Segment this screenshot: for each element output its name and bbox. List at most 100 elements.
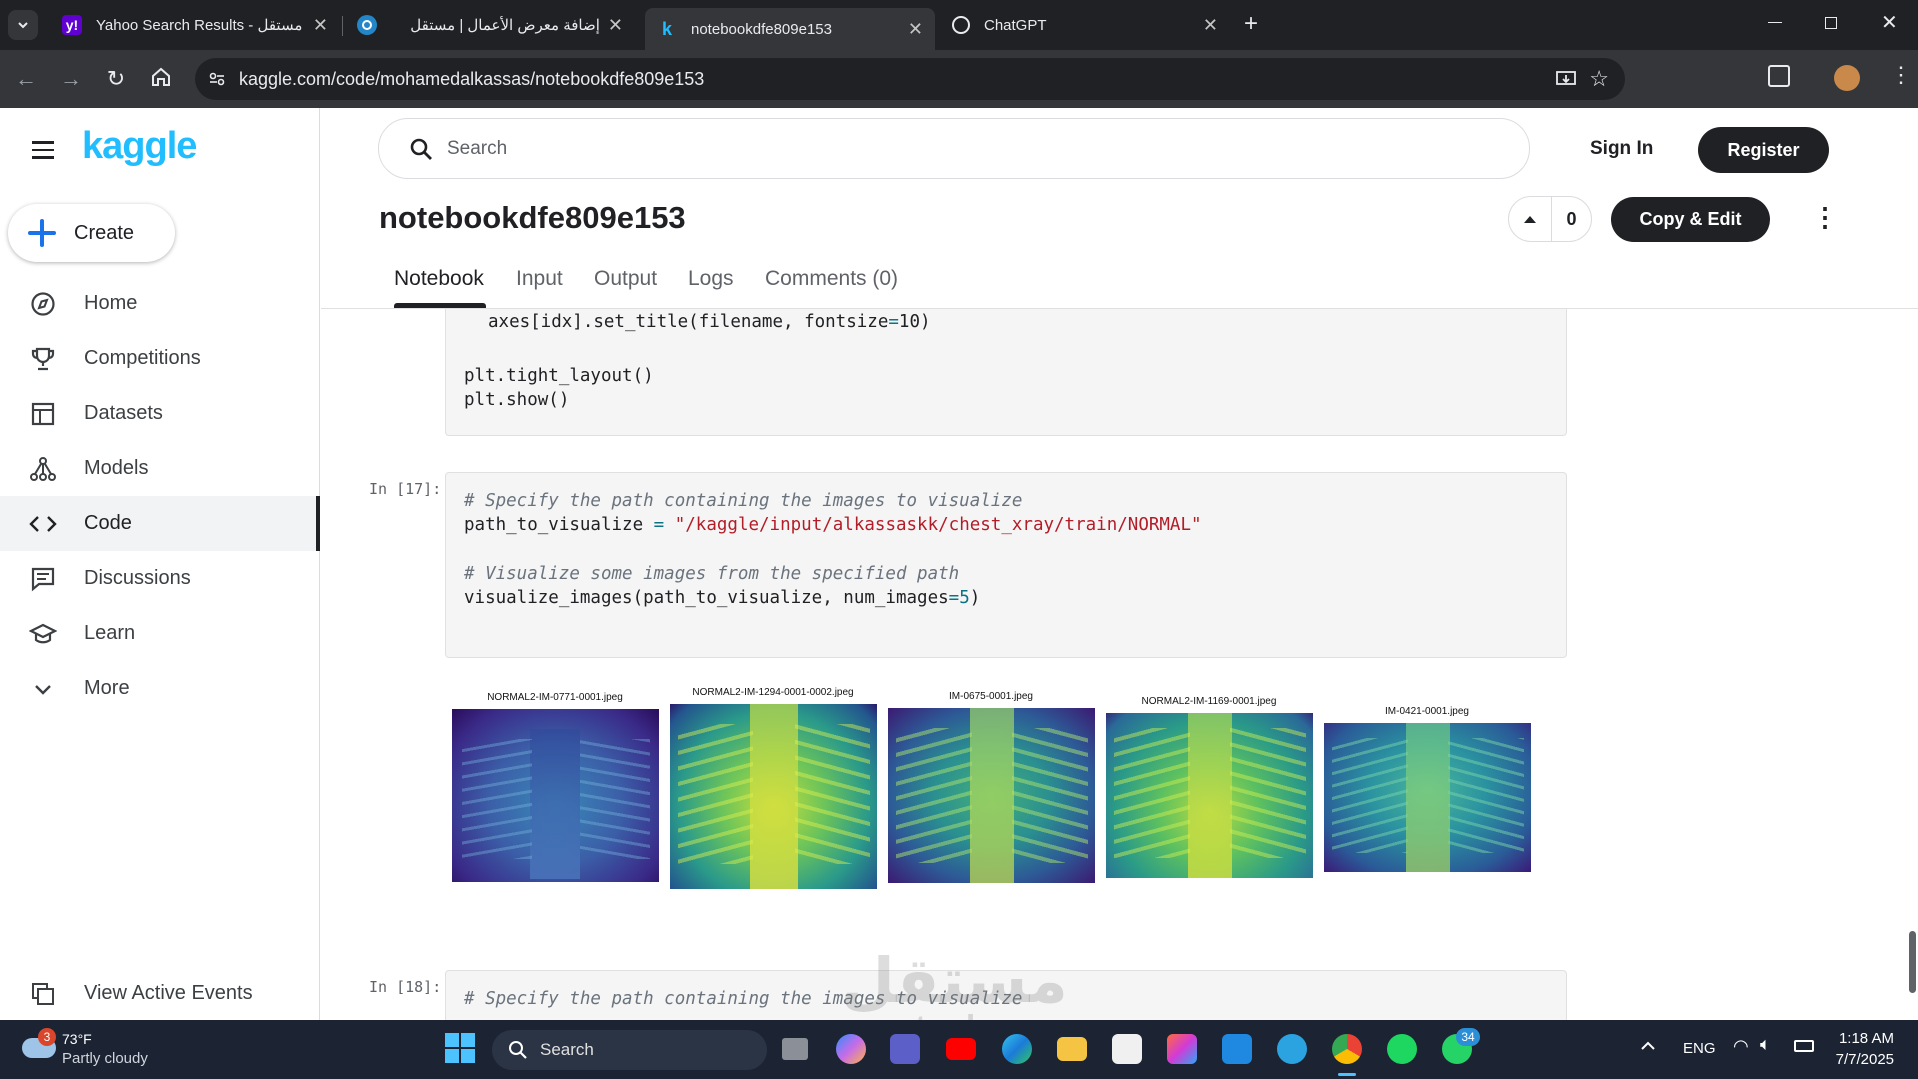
wifi-icon[interactable]: ◠ — [1733, 1036, 1749, 1057]
sidebar-item-label: Learn — [84, 622, 136, 644]
clock-time[interactable]: 1:18 AM — [1838, 1030, 1894, 1047]
close-window-button[interactable]: ✕ — [1881, 10, 1898, 35]
image-caption: IM-0675-0001.jpeg — [949, 691, 1033, 702]
home-button[interactable] — [147, 66, 175, 94]
code-op: =5 — [948, 588, 970, 608]
search-input[interactable]: Search — [378, 118, 1530, 179]
close-icon[interactable]: ✕ — [1203, 15, 1218, 36]
forward-button[interactable]: → — [57, 66, 85, 92]
telegram-icon[interactable] — [1277, 1034, 1307, 1064]
profile-avatar[interactable] — [1834, 65, 1860, 91]
task-view-icon[interactable] — [782, 1038, 808, 1060]
more-options-icon[interactable]: ⋮ — [1812, 202, 1838, 233]
code-cell-previous[interactable]: axes[idx].set_title(filename, fontsize=1… — [445, 309, 1567, 436]
hamburger-menu-icon[interactable] — [32, 141, 54, 159]
register-button[interactable]: Register — [1698, 127, 1829, 173]
browser-tab-bar: y! Yahoo Search Results - مستقل ✕ إضافة … — [0, 0, 1918, 50]
spotify-icon[interactable] — [1387, 1034, 1417, 1064]
close-icon[interactable]: ✕ — [313, 15, 328, 36]
tab-mostaql[interactable]: إضافة معرض الأعمال | مستقل ✕ — [345, 8, 635, 42]
sidebar-item-label: More — [84, 677, 130, 699]
code-op: = — [643, 515, 675, 535]
m365-icon[interactable] — [1167, 1034, 1197, 1064]
whatsapp-badge: 34 — [1456, 1028, 1480, 1046]
close-icon[interactable]: ✕ — [608, 15, 623, 36]
volume-icon[interactable]: 🔈︎ — [1760, 1034, 1771, 1055]
new-tab-button[interactable]: + — [1244, 10, 1258, 38]
tab-output[interactable]: Output — [594, 267, 657, 291]
file-explorer-icon[interactable] — [1057, 1037, 1087, 1061]
taskbar-search[interactable]: Search — [492, 1030, 767, 1070]
trophy-icon — [31, 347, 55, 370]
cell-prompt: In [17]: — [369, 480, 442, 498]
sidebar-item-datasets[interactable]: Datasets — [0, 386, 320, 441]
start-button[interactable] — [445, 1033, 475, 1063]
tab-comments[interactable]: Comments (0) — [765, 267, 898, 291]
chrome-icon[interactable] — [1332, 1034, 1362, 1064]
upvote-button[interactable] — [1509, 197, 1552, 241]
weather-widget[interactable]: 3 73°F Partly cloudy — [18, 1028, 168, 1072]
tab-search-button[interactable] — [8, 10, 38, 40]
copy-edit-button[interactable]: Copy & Edit — [1611, 197, 1770, 242]
tab-kaggle[interactable]: k notebookdfe809e153 ✕ — [645, 8, 935, 50]
notebook-title: notebookdfe809e153 — [379, 200, 686, 235]
minimize-button[interactable] — [1768, 22, 1782, 23]
kaggle-icon: k — [661, 18, 672, 39]
sidebar-item-more[interactable]: More — [0, 661, 320, 716]
reload-button[interactable]: ↻ — [102, 66, 130, 92]
address-bar[interactable]: kaggle.com/code/mohamedalkassas/notebook… — [195, 58, 1625, 100]
tab-logs[interactable]: Logs — [688, 267, 734, 291]
tab-notebook[interactable]: Notebook — [394, 267, 484, 291]
language-indicator[interactable]: ENG — [1683, 1040, 1716, 1057]
site-info-icon[interactable] — [207, 69, 227, 89]
image-caption: NORMAL2-IM-1169-0001.jpeg — [1141, 696, 1277, 707]
teams-icon[interactable] — [890, 1034, 920, 1064]
sidebar-item-code[interactable]: Code — [0, 496, 320, 551]
sidebar-item-discussions[interactable]: Discussions — [0, 551, 320, 606]
back-button[interactable]: ← — [12, 66, 40, 92]
tab-title: إضافة معرض الأعمال | مستقل — [410, 17, 600, 34]
copilot-icon[interactable] — [836, 1034, 866, 1064]
edge-icon[interactable] — [1002, 1034, 1032, 1064]
kaggle-logo[interactable]: kaggle — [82, 125, 197, 168]
sign-in-button[interactable]: Sign In — [1590, 138, 1653, 160]
install-app-icon[interactable] — [1555, 68, 1577, 90]
create-button[interactable]: Create — [8, 204, 175, 262]
vote-widget: 0 — [1508, 196, 1592, 242]
sidebar-item-models[interactable]: Models — [0, 441, 320, 496]
search-icon — [509, 1041, 527, 1059]
clock-date[interactable]: 7/7/2025 — [1830, 1051, 1894, 1068]
weather-temp: 73°F — [62, 1031, 92, 1047]
browser-menu-icon[interactable]: ⋮ — [1890, 62, 1912, 88]
store-icon[interactable] — [1112, 1034, 1142, 1064]
sidebar-item-competitions[interactable]: Competitions — [0, 331, 320, 386]
search-placeholder: Search — [447, 137, 508, 159]
view-active-events-link[interactable]: View Active Events — [0, 966, 320, 1021]
xray-image — [452, 709, 659, 882]
tab-yahoo[interactable]: y! Yahoo Search Results - مستقل ✕ — [50, 8, 340, 42]
restore-button[interactable] — [1825, 17, 1837, 29]
sidebar-item-learn[interactable]: Learn — [0, 606, 320, 661]
sidebar-item-home[interactable]: Home — [0, 276, 320, 331]
chevron-up-icon — [1641, 1041, 1655, 1050]
tab-input[interactable]: Input — [516, 267, 563, 291]
close-icon[interactable]: ✕ — [908, 19, 923, 40]
code-line: visualize_images(path_to_visualize, num_… — [464, 588, 980, 608]
bookmark-star-icon[interactable]: ☆ — [1589, 66, 1609, 92]
discussion-icon — [31, 567, 55, 591]
xray-image — [670, 704, 877, 889]
code-cell-17[interactable]: # Specify the path containing the images… — [445, 472, 1567, 658]
youtube-icon[interactable] — [946, 1038, 976, 1060]
vscode-icon[interactable] — [1222, 1034, 1252, 1064]
code-comment: # Specify the path containing the images… — [464, 491, 1023, 511]
tab-chatgpt[interactable]: ChatGPT ✕ — [940, 8, 1230, 42]
code-line: plt.tight_layout() — [464, 366, 654, 386]
scrollbar-thumb[interactable] — [1909, 931, 1916, 993]
extensions-icon[interactable] — [1768, 65, 1790, 87]
show-hidden-icons[interactable] — [1640, 1038, 1656, 1059]
sidebar-item-label: Models — [84, 457, 149, 479]
battery-icon[interactable] — [1794, 1040, 1814, 1052]
tab-title: ChatGPT — [984, 16, 1047, 34]
sidebar-item-label: Home — [84, 292, 138, 314]
triangle-up-icon — [1524, 216, 1536, 223]
